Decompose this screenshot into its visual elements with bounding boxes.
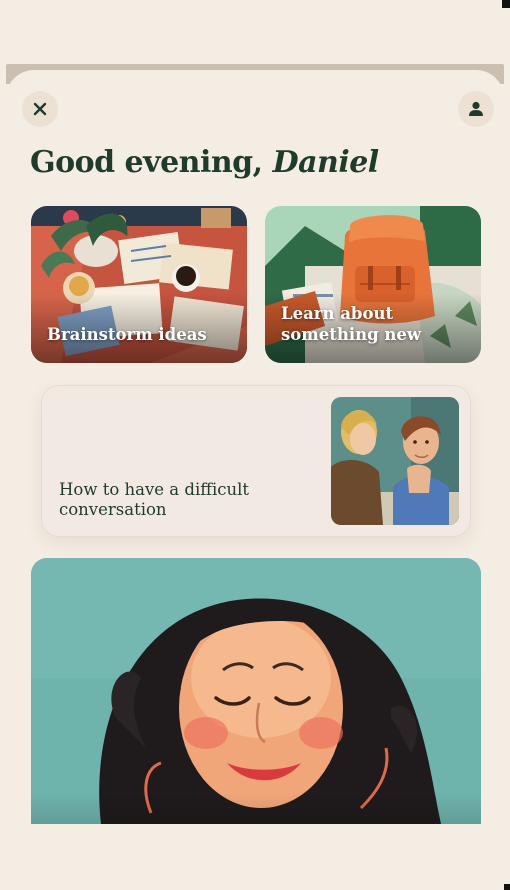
status-corner: [502, 0, 510, 8]
card-label: Brainstorm ideas: [47, 325, 207, 344]
user-name: Daniel: [272, 145, 380, 180]
page-title: Good evening, Daniel: [30, 145, 379, 180]
learn-card[interactable]: Learn about something new: [265, 206, 481, 363]
conversation-card[interactable]: How to have a difficult conversation: [41, 385, 471, 537]
profile-button[interactable]: [458, 91, 494, 127]
status-corner-bottom: [504, 884, 510, 890]
conversation-label-line2: conversation: [59, 500, 167, 519]
conversation-illustration: [331, 397, 459, 525]
app-screen: Good evening, Daniel Brainstorm ideas Le…: [0, 0, 510, 890]
hero-illustration: [31, 558, 481, 824]
conversation-card-label: How to have a difficult conversation: [59, 480, 289, 520]
close-icon: [32, 101, 48, 117]
conversation-label-line1: How to have a difficult: [59, 480, 249, 499]
card-label-line1: Learn about: [281, 304, 394, 323]
close-button[interactable]: [22, 91, 58, 127]
brainstorm-card[interactable]: Brainstorm ideas: [31, 206, 247, 363]
card-label: Learn about something new: [281, 303, 421, 345]
bottom-sheet: Good evening, Daniel Brainstorm ideas Le…: [6, 70, 504, 890]
person-icon: [467, 100, 485, 118]
card-label-line2: something new: [281, 325, 422, 344]
greeting-text: Good evening,: [30, 145, 263, 180]
